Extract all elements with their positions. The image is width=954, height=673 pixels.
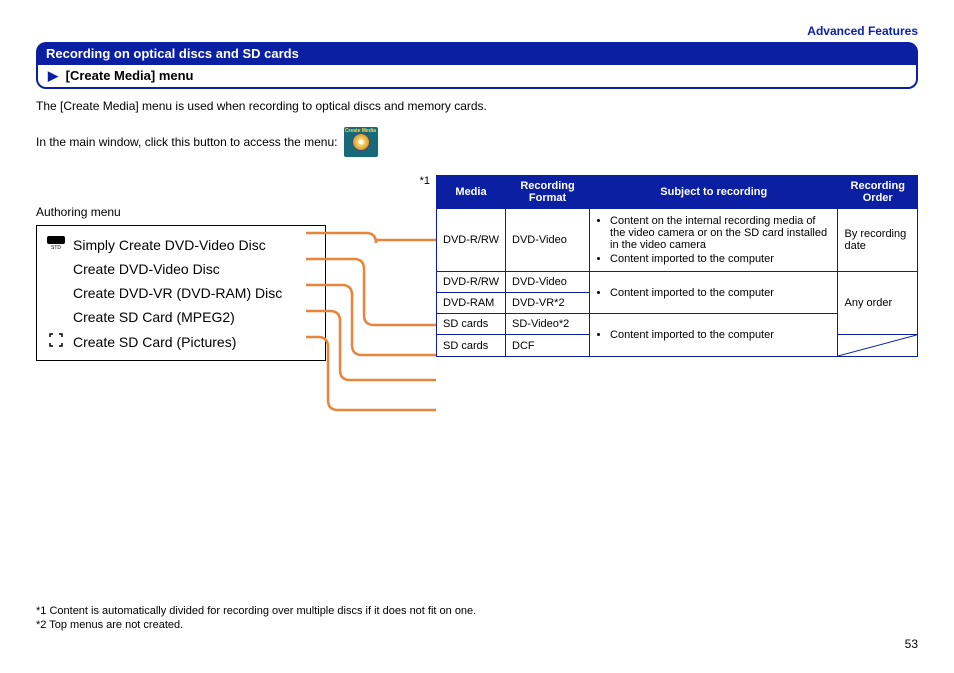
list-item-label: Create SD Card (Pictures) (73, 334, 236, 350)
list-item[interactable]: Create SD Card (Pictures) (45, 329, 317, 354)
cell-media: DVD-R/RW (437, 272, 506, 293)
footnote-1: *1 Content is automatically divided for … (36, 605, 536, 617)
list-item[interactable]: Create SD Card (MPEG2) (45, 305, 317, 329)
cell-format: DCF (506, 335, 590, 357)
connector-lines-icon (306, 165, 446, 425)
list-item[interactable]: Create DVD-VR (DVD-RAM) Disc (45, 281, 317, 305)
disc-icon (352, 133, 370, 151)
list-item-label: Create SD Card (MPEG2) (73, 309, 235, 325)
cell-format: DVD-Video (506, 272, 590, 293)
list-item[interactable]: STD Simply Create DVD-Video Disc (45, 232, 317, 257)
subsection-title: [Create Media] menu (66, 68, 194, 83)
cell-media: DVD-R/RW (437, 209, 506, 272)
authoring-menu-label: Authoring menu (36, 205, 326, 219)
subject-bullet: Content on the internal recording media … (610, 215, 831, 251)
recording-table: Media Recording Format Subject to record… (436, 175, 918, 357)
subject-bullet: Content imported to the computer (610, 329, 831, 341)
table-row: DVD-R/RW DVD-Video Content imported to t… (437, 272, 918, 293)
access-text: In the main window, click this button to… (36, 135, 338, 149)
th-order: Recording Order (838, 176, 918, 209)
corners-icon (45, 333, 67, 350)
cell-format: DVD-VR*2 (506, 293, 590, 314)
subsection-title-bar: ▶ [Create Media] menu (36, 65, 918, 89)
section-title-bar: Recording on optical discs and SD cards (36, 42, 918, 65)
triangle-right-icon: ▶ (48, 68, 58, 83)
create-media-icon[interactable]: Create Media (344, 127, 378, 157)
cell-order: Any order (838, 272, 918, 335)
subject-bullet: Content imported to the computer (610, 287, 831, 299)
list-item-label: Create DVD-Video Disc (73, 261, 220, 277)
cell-order: By recording date (838, 209, 918, 272)
footnotes: *1 Content is automatically divided for … (36, 603, 536, 633)
subject-bullet: Content imported to the computer (610, 253, 831, 265)
cell-subject: Content imported to the computer (590, 272, 838, 314)
svg-text:STD: STD (51, 245, 61, 250)
cell-media: SD cards (437, 335, 506, 357)
cell-media: DVD-RAM (437, 293, 506, 314)
table-row: DVD-R/RW DVD-Video Content on the intern… (437, 209, 918, 272)
access-line: In the main window, click this button to… (36, 127, 918, 157)
cell-format: SD-Video*2 (506, 314, 590, 335)
connector-diagram: *1 (326, 175, 436, 425)
footnote-2: *2 Top menus are not created. (36, 619, 536, 631)
cell-media: SD cards (437, 314, 506, 335)
breadcrumb[interactable]: Advanced Features (36, 24, 918, 38)
th-subject: Subject to recording (590, 176, 838, 209)
intro-text: The [Create Media] menu is used when rec… (36, 99, 918, 113)
page-number: 53 (905, 637, 918, 651)
list-item[interactable]: Create DVD-Video Disc (45, 257, 317, 281)
th-format: Recording Format (506, 176, 590, 209)
cell-format: DVD-Video (506, 209, 590, 272)
cell-empty-diagonal (838, 335, 918, 357)
list-item-label: Simply Create DVD-Video Disc (73, 237, 266, 253)
cell-subject: Content imported to the computer (590, 314, 838, 357)
th-media: Media (437, 176, 506, 209)
authoring-menu-box: STD Simply Create DVD-Video Disc Create … (36, 225, 326, 361)
std-badge-icon: STD (45, 236, 67, 253)
create-media-icon-label: Create Media (344, 128, 378, 134)
list-item-label: Create DVD-VR (DVD-RAM) Disc (73, 285, 282, 301)
cell-subject: Content on the internal recording media … (590, 209, 838, 272)
